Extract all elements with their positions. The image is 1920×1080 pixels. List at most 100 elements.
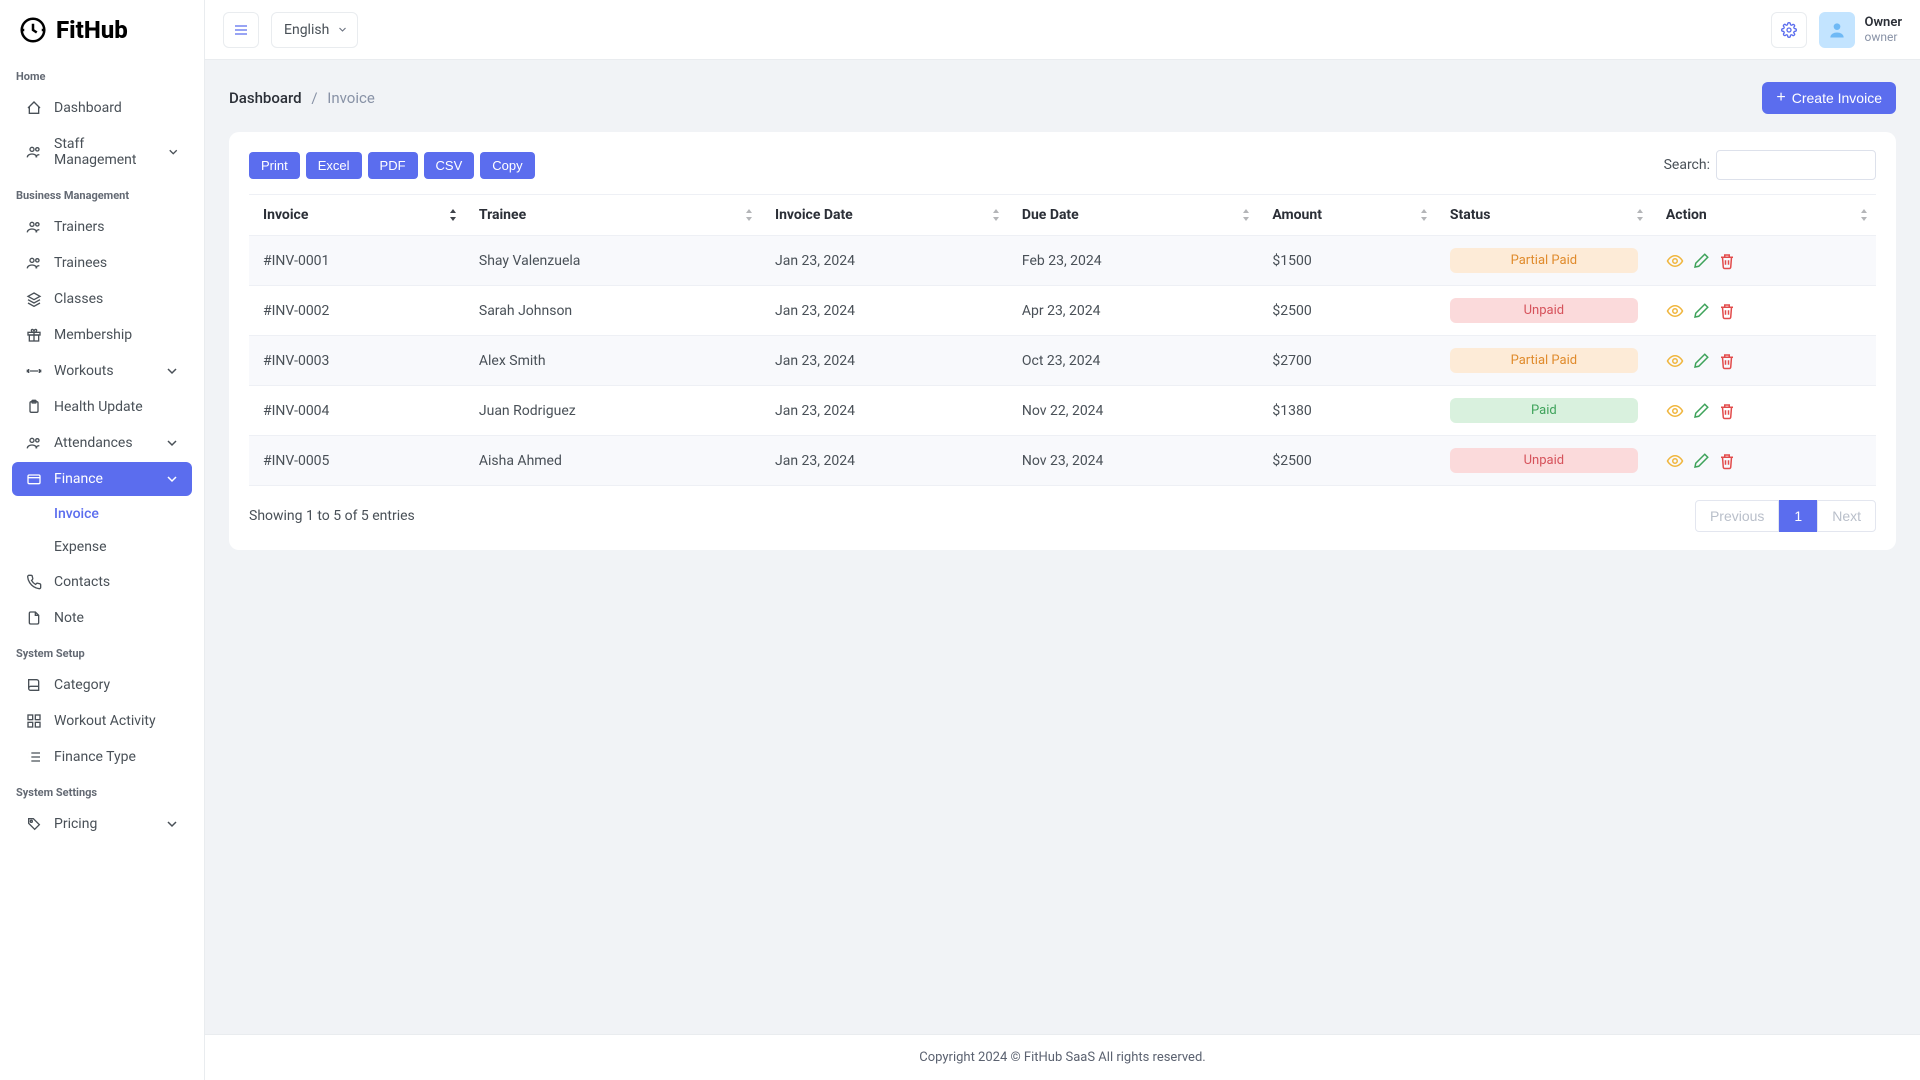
- sidebar-item-staff-management[interactable]: Staff Management: [12, 127, 192, 177]
- page-footer: Copyright 2024 © FitHub SaaS All rights …: [205, 1034, 1920, 1080]
- sidebar-item-workout-activity[interactable]: Workout Activity: [12, 704, 192, 738]
- cell-due-date: Oct 23, 2024: [1008, 336, 1258, 386]
- chevron-down-icon: [166, 365, 178, 377]
- sidebar-item-label: Dashboard: [54, 100, 122, 116]
- pagination-next[interactable]: Next: [1817, 500, 1876, 532]
- view-icon[interactable]: [1666, 452, 1684, 470]
- breadcrumb-root[interactable]: Dashboard: [229, 89, 302, 107]
- edit-icon[interactable]: [1692, 352, 1710, 370]
- user-menu[interactable]: Owner owner: [1819, 12, 1903, 48]
- barbell-clock-icon: [18, 15, 48, 45]
- delete-icon[interactable]: [1718, 302, 1736, 320]
- delete-icon[interactable]: [1718, 402, 1736, 420]
- copy-button[interactable]: Copy: [480, 152, 534, 179]
- cell-status: Partial Paid: [1436, 336, 1652, 386]
- hamburger-icon: [233, 22, 249, 38]
- column-header-invoice-date[interactable]: Invoice Date: [761, 195, 1008, 236]
- nav-section-heading: Home: [0, 60, 204, 89]
- nav-section-heading: Business Management: [0, 179, 204, 208]
- excel-button[interactable]: Excel: [306, 152, 362, 179]
- sidebar-item-label: Workout Activity: [54, 713, 156, 729]
- delete-icon[interactable]: [1718, 352, 1736, 370]
- cell-status: Paid: [1436, 386, 1652, 436]
- gear-icon: [1781, 22, 1797, 38]
- cell-status: Partial Paid: [1436, 236, 1652, 286]
- chevron-down-icon: [338, 25, 347, 34]
- layers-icon: [26, 291, 42, 307]
- users-icon: [26, 255, 42, 271]
- table-row: #INV-0004Juan RodriguezJan 23, 2024Nov 2…: [249, 386, 1876, 436]
- status-badge: Unpaid: [1450, 298, 1638, 323]
- plus-icon: +: [1776, 90, 1785, 106]
- chevron-down-icon: [168, 146, 178, 158]
- table-row: #INV-0002Sarah JohnsonJan 23, 2024Apr 23…: [249, 286, 1876, 336]
- column-header-invoice[interactable]: Invoice: [249, 195, 465, 236]
- user-name: Owner: [1865, 15, 1903, 31]
- view-icon[interactable]: [1666, 352, 1684, 370]
- sidebar-item-label: Pricing: [54, 816, 97, 832]
- sidebar-item-attendances[interactable]: Attendances: [12, 426, 192, 460]
- sidebar-item-note[interactable]: Note: [12, 601, 192, 635]
- delete-icon[interactable]: [1718, 252, 1736, 270]
- create-invoice-button[interactable]: + Create Invoice: [1762, 82, 1896, 114]
- users-icon: [26, 144, 42, 160]
- column-header-trainee[interactable]: Trainee: [465, 195, 761, 236]
- sidebar-item-membership[interactable]: Membership: [12, 318, 192, 352]
- pagination: Previous 1 Next: [1695, 500, 1876, 532]
- sidebar-item-dashboard[interactable]: Dashboard: [12, 91, 192, 125]
- edit-icon[interactable]: [1692, 452, 1710, 470]
- sidebar-item-label: Attendances: [54, 435, 133, 451]
- sidebar-item-finance-type[interactable]: Finance Type: [12, 740, 192, 774]
- cell-amount: $2700: [1258, 336, 1436, 386]
- column-header-status[interactable]: Status: [1436, 195, 1652, 236]
- column-header-action[interactable]: Action: [1652, 195, 1876, 236]
- csv-button[interactable]: CSV: [424, 152, 475, 179]
- cell-trainee: Sarah Johnson: [465, 286, 761, 336]
- cell-trainee: Alex Smith: [465, 336, 761, 386]
- cell-trainee: Juan Rodriguez: [465, 386, 761, 436]
- sidebar-subitem-expense[interactable]: Expense: [40, 531, 192, 563]
- brand-logo[interactable]: FitHub: [0, 0, 204, 60]
- cell-due-date: Nov 23, 2024: [1008, 436, 1258, 486]
- sidebar-item-label: Staff Management: [54, 136, 156, 168]
- sidebar-item-label: Finance Type: [54, 749, 136, 765]
- sidebar-item-workouts[interactable]: Workouts: [12, 354, 192, 388]
- table-row: #INV-0003Alex SmithJan 23, 2024Oct 23, 2…: [249, 336, 1876, 386]
- column-header-amount[interactable]: Amount: [1258, 195, 1436, 236]
- user-role: owner: [1865, 30, 1903, 44]
- search-input[interactable]: [1716, 150, 1876, 180]
- invoice-table-card: PrintExcelPDFCSVCopy Search: InvoiceTrai…: [229, 132, 1896, 550]
- delete-icon[interactable]: [1718, 452, 1736, 470]
- menu-toggle-button[interactable]: [223, 12, 259, 48]
- language-select[interactable]: English: [271, 12, 358, 48]
- nav-section-heading: System Setup: [0, 637, 204, 666]
- cell-invoice: #INV-0001: [249, 236, 465, 286]
- sidebar-item-label: Note: [54, 610, 84, 626]
- pagination-page-1[interactable]: 1: [1779, 500, 1817, 532]
- cell-due-date: Feb 23, 2024: [1008, 236, 1258, 286]
- print-button[interactable]: Print: [249, 152, 300, 179]
- sidebar-subitem-invoice[interactable]: Invoice: [40, 498, 192, 530]
- grid-icon: [26, 713, 42, 729]
- edit-icon[interactable]: [1692, 252, 1710, 270]
- sidebar-item-pricing[interactable]: Pricing: [12, 807, 192, 841]
- view-icon[interactable]: [1666, 302, 1684, 320]
- phone-icon: [26, 574, 42, 590]
- edit-icon[interactable]: [1692, 302, 1710, 320]
- column-header-due-date[interactable]: Due Date: [1008, 195, 1258, 236]
- cell-invoice-date: Jan 23, 2024: [761, 286, 1008, 336]
- cell-status: Unpaid: [1436, 436, 1652, 486]
- pdf-button[interactable]: PDF: [368, 152, 418, 179]
- sidebar-item-trainees[interactable]: Trainees: [12, 246, 192, 280]
- sidebar-item-finance[interactable]: Finance: [12, 462, 192, 496]
- view-icon[interactable]: [1666, 252, 1684, 270]
- sidebar-item-contacts[interactable]: Contacts: [12, 565, 192, 599]
- pagination-previous[interactable]: Previous: [1695, 500, 1779, 532]
- edit-icon[interactable]: [1692, 402, 1710, 420]
- sidebar-item-trainers[interactable]: Trainers: [12, 210, 192, 244]
- sidebar-item-health-update[interactable]: Health Update: [12, 390, 192, 424]
- sidebar-item-category[interactable]: Category: [12, 668, 192, 702]
- sidebar-item-classes[interactable]: Classes: [12, 282, 192, 316]
- view-icon[interactable]: [1666, 402, 1684, 420]
- settings-button[interactable]: [1771, 12, 1807, 48]
